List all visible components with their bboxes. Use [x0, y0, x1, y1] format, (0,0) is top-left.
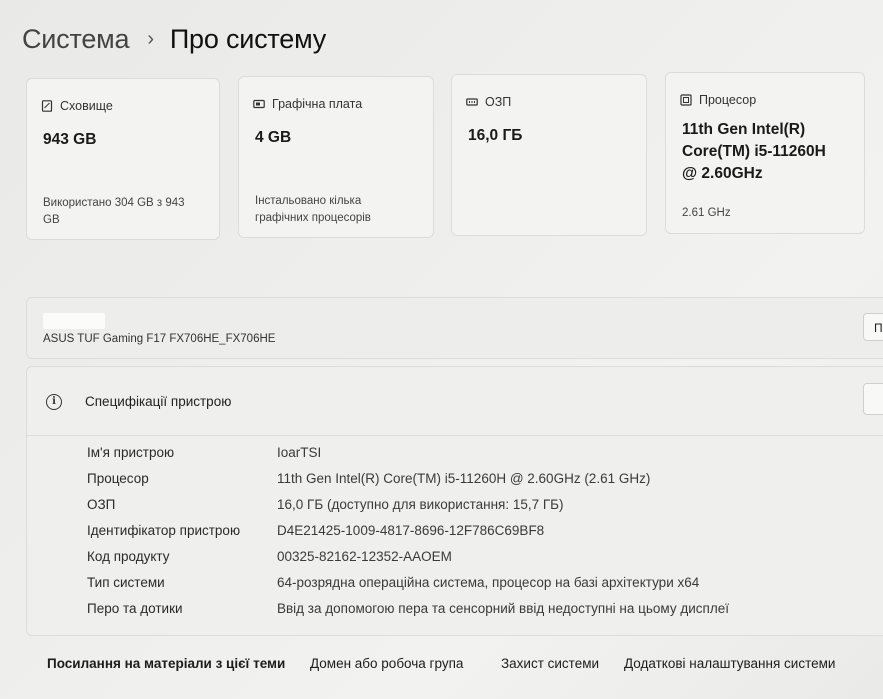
spec-value: 00325-82162-12352-AAOEM: [277, 549, 452, 564]
graphics-info-line: Інстальовано кілька: [255, 195, 362, 207]
domain-workgroup-link[interactable]: Домен або робоча група: [310, 656, 463, 671]
graphics-card-icon: [253, 99, 265, 109]
card-title: Графічна плата: [272, 97, 363, 111]
copy-button[interactable]: [863, 383, 883, 415]
spec-key: Процесор: [87, 471, 149, 486]
page-title: Про систему: [169, 24, 327, 54]
breadcrumb-parent-link[interactable]: Система: [22, 24, 130, 55]
storage-usage-line: Використано 304 GB з 943: [43, 197, 185, 209]
graphics-info-line: графічних процесорів: [255, 212, 371, 224]
card-header: Сховище: [41, 99, 113, 113]
graphics-card-card[interactable]: Графічна плата 4 GB Інстальовано кілька …: [238, 76, 434, 238]
graphics-memory-value: 4 GB: [255, 129, 292, 146]
processor-name-line: Core(TM) i5-11260H: [682, 143, 826, 160]
spec-key: Перо та дотики: [87, 601, 183, 616]
system-protection-link[interactable]: Захист системи: [501, 656, 599, 671]
processor-value: 11th Gen Intel(R) Core(TM) i5-11260H @ 2…: [682, 119, 826, 185]
processor-frequency: 2.61 GHz: [682, 207, 731, 219]
device-specifications-panel: i Специфікації пристрою Ім'я пристрою Io…: [26, 366, 883, 636]
chevron-right-icon: ›: [147, 28, 154, 50]
ram-value: 16,0 ГБ: [468, 127, 523, 144]
related-links-label: Посилання на матеріали з цієї теми: [47, 656, 286, 671]
spec-key: Код продукту: [87, 549, 170, 564]
spec-key: Ім'я пристрою: [87, 445, 175, 460]
card-header: Процесор: [680, 93, 756, 107]
spec-value: D4E21425-1009-4817-8696-12F786C69BF8: [277, 523, 545, 538]
storage-value: 943 GB: [43, 131, 97, 148]
spec-key: Ідентифікатор пристрою: [87, 523, 241, 538]
storage-card[interactable]: Сховище 943 GB Використано 304 GB з 943 …: [26, 78, 220, 240]
card-header: Графічна плата: [253, 97, 362, 111]
spec-value: 64-розрядна операційна система, процесор…: [277, 575, 700, 590]
processor-name-line: 11th Gen Intel(R): [682, 121, 806, 138]
spec-key: ОЗП: [87, 497, 116, 512]
breadcrumb: Система › Про систему: [22, 24, 326, 55]
device-model: ASUS TUF Gaming F17 FX706HE_FX706HE: [43, 333, 276, 345]
advanced-system-settings-link[interactable]: Додаткові налаштування системи: [624, 656, 835, 671]
storage-icon: [41, 100, 53, 112]
device-name-bar: ASUS TUF Gaming F17 FX706HE_FX706HE П: [26, 297, 883, 359]
processor-name-line: @ 2.60GHz: [682, 165, 763, 182]
specifications-header[interactable]: i Специфікації пристрою: [27, 367, 883, 436]
ram-card[interactable]: ОЗП 16,0 ГБ: [451, 74, 647, 236]
spec-value: IoarTSI: [277, 445, 322, 460]
card-title: Процесор: [699, 93, 757, 107]
info-icon: i: [46, 394, 62, 410]
ram-icon: [466, 98, 478, 106]
spec-value: 16,0 ГБ (доступно для використання: 15,7…: [277, 497, 564, 512]
card-header: ОЗП: [466, 95, 511, 109]
graphics-info-text: Інстальовано кілька графічних процесорів: [255, 193, 371, 227]
spec-value: Ввід за допомогою пера та сенсорний ввід…: [277, 601, 729, 616]
spec-key: Тип системи: [87, 575, 165, 590]
related-links-bar: Посилання на матеріали з цієї теми Домен…: [30, 636, 880, 696]
card-title: Сховище: [60, 99, 113, 113]
rename-pc-button[interactable]: П: [863, 313, 883, 341]
device-name-redacted: [43, 313, 105, 329]
processor-icon: [680, 94, 692, 106]
storage-usage-text: Використано 304 GB з 943 GB: [43, 195, 185, 229]
storage-usage-line: GB: [43, 214, 60, 226]
card-title: ОЗП: [485, 95, 512, 109]
processor-card[interactable]: Процесор 11th Gen Intel(R) Core(TM) i5-1…: [665, 72, 865, 234]
spec-value: 11th Gen Intel(R) Core(TM) i5-11260H @ 2…: [277, 471, 651, 486]
specifications-title: Специфікації пристрою: [85, 394, 232, 409]
